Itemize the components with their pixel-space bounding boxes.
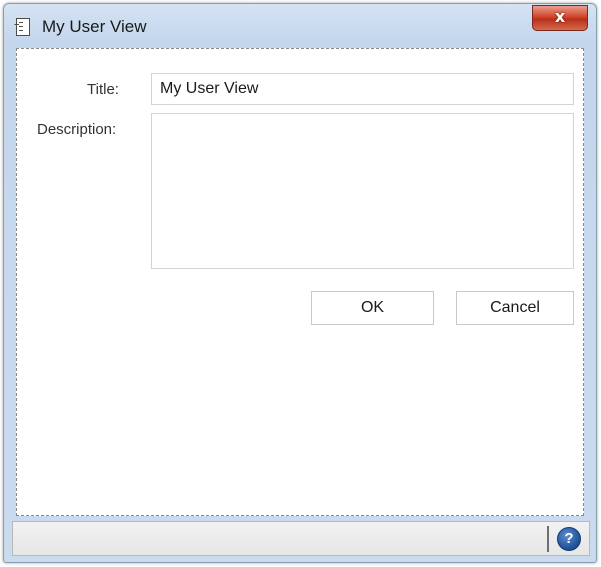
document-list-icon (14, 17, 32, 37)
title-label: Title: (87, 81, 119, 98)
ok-button[interactable]: OK (311, 291, 434, 325)
close-icon: x (554, 7, 566, 26)
help-icon: ? (564, 530, 574, 547)
cancel-button[interactable]: Cancel (456, 291, 574, 325)
dialog-window: My User View x Title: Description: OK Ca… (3, 3, 597, 563)
status-bar: ? (12, 521, 590, 556)
close-button[interactable]: x (532, 5, 588, 31)
status-separator (547, 526, 549, 552)
title-input[interactable] (151, 73, 574, 105)
title-bar[interactable]: My User View x (4, 4, 596, 48)
dialog-content: Title: Description: OK Cancel (16, 48, 584, 516)
description-textarea[interactable] (151, 113, 574, 269)
window-title: My User View (42, 17, 147, 36)
description-label: Description: (37, 121, 117, 138)
help-button[interactable]: ? (557, 527, 581, 551)
